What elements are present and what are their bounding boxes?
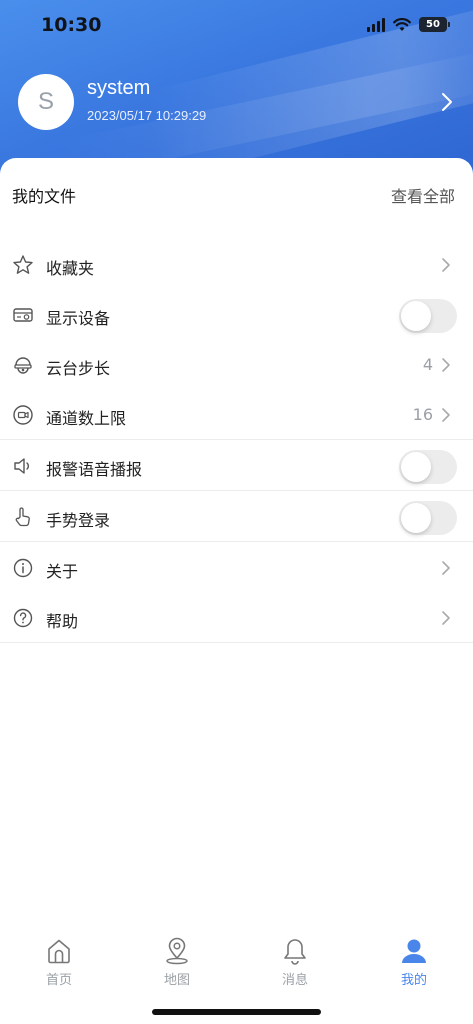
channel-limit-value: 16 (412, 405, 433, 424)
bell-icon (284, 939, 306, 965)
menu-label: 云台步长 (46, 359, 111, 378)
tab-messages[interactable]: 消息 (255, 936, 335, 996)
menu-label: 通道数上限 (46, 409, 127, 428)
menu-label: 显示设备 (46, 309, 111, 328)
ptz-step-value: 4 (422, 355, 433, 374)
person-icon (402, 939, 426, 963)
tab-label: 消息 (281, 973, 308, 988)
star-icon (13, 255, 33, 274)
menu-item-help[interactable]: 帮助 (0, 593, 473, 643)
menu-label: 收藏夹 (46, 259, 95, 278)
home-indicator (152, 1009, 321, 1015)
info-icon (13, 558, 33, 578)
device-card-icon (13, 308, 33, 322)
menu-item-about[interactable]: 关于 (0, 543, 473, 593)
cellular-signal-icon (367, 17, 385, 32)
my-files-title: 我的文件 (12, 187, 77, 206)
tab-label: 首页 (45, 973, 72, 988)
my-files-row[interactable]: 我的文件 查看全部 (0, 170, 473, 216)
chevron-right-icon (442, 561, 450, 575)
toggle-knob (401, 452, 431, 482)
tab-mine[interactable]: 我的 (374, 936, 454, 996)
status-time: 10:30 (41, 14, 102, 36)
settings-card: 我的文件 查看全部 收藏夹 显示设备 云台步长 4 通道数上限 16 报警语音播… (0, 158, 473, 930)
hand-pointer-icon (15, 507, 30, 527)
toggle-knob (401, 301, 431, 331)
menu-item-alarm-voice: 报警语音播报 (0, 441, 473, 491)
status-icons: 50 (367, 17, 450, 32)
view-all-link[interactable]: 查看全部 (391, 183, 455, 207)
battery-icon: 50 (419, 17, 450, 32)
menu-item-gesture-login: 手势登录 (0, 492, 473, 542)
menu-label: 关于 (46, 562, 79, 581)
speaker-icon (14, 458, 29, 474)
menu-label: 报警语音播报 (46, 460, 143, 479)
display-device-toggle[interactable] (399, 299, 457, 333)
ptz-camera-icon (14, 357, 32, 374)
alarm-voice-toggle[interactable] (399, 450, 457, 484)
chevron-right-icon (442, 408, 450, 422)
help-icon (13, 608, 33, 628)
menu-item-channel-limit[interactable]: 通道数上限 16 (0, 390, 473, 440)
chevron-right-icon (442, 258, 450, 272)
menu-item-ptz-step[interactable]: 云台步长 4 (0, 340, 473, 390)
menu-label: 手势登录 (46, 511, 111, 530)
tab-label: 地图 (163, 973, 190, 988)
channel-icon (13, 405, 33, 425)
wifi-icon (393, 17, 411, 31)
menu-label: 帮助 (46, 612, 79, 631)
login-time: 2023/05/17 10:29:29 (87, 108, 207, 123)
tab-label: 我的 (400, 973, 427, 988)
toggle-knob (401, 503, 431, 533)
gesture-login-toggle[interactable] (399, 501, 457, 535)
menu-item-favorites[interactable]: 收藏夹 (0, 240, 473, 290)
tab-home[interactable]: 首页 (19, 936, 99, 996)
avatar[interactable]: S (18, 74, 74, 130)
home-icon (48, 939, 70, 964)
menu-item-display-device: 显示设备 (0, 290, 473, 340)
tab-map[interactable]: 地图 (137, 936, 217, 996)
chevron-right-icon (442, 611, 450, 625)
map-pin-icon (166, 937, 188, 965)
username: system (87, 77, 151, 99)
chevron-right-icon (442, 358, 450, 372)
chevron-right-icon[interactable] (439, 92, 455, 112)
